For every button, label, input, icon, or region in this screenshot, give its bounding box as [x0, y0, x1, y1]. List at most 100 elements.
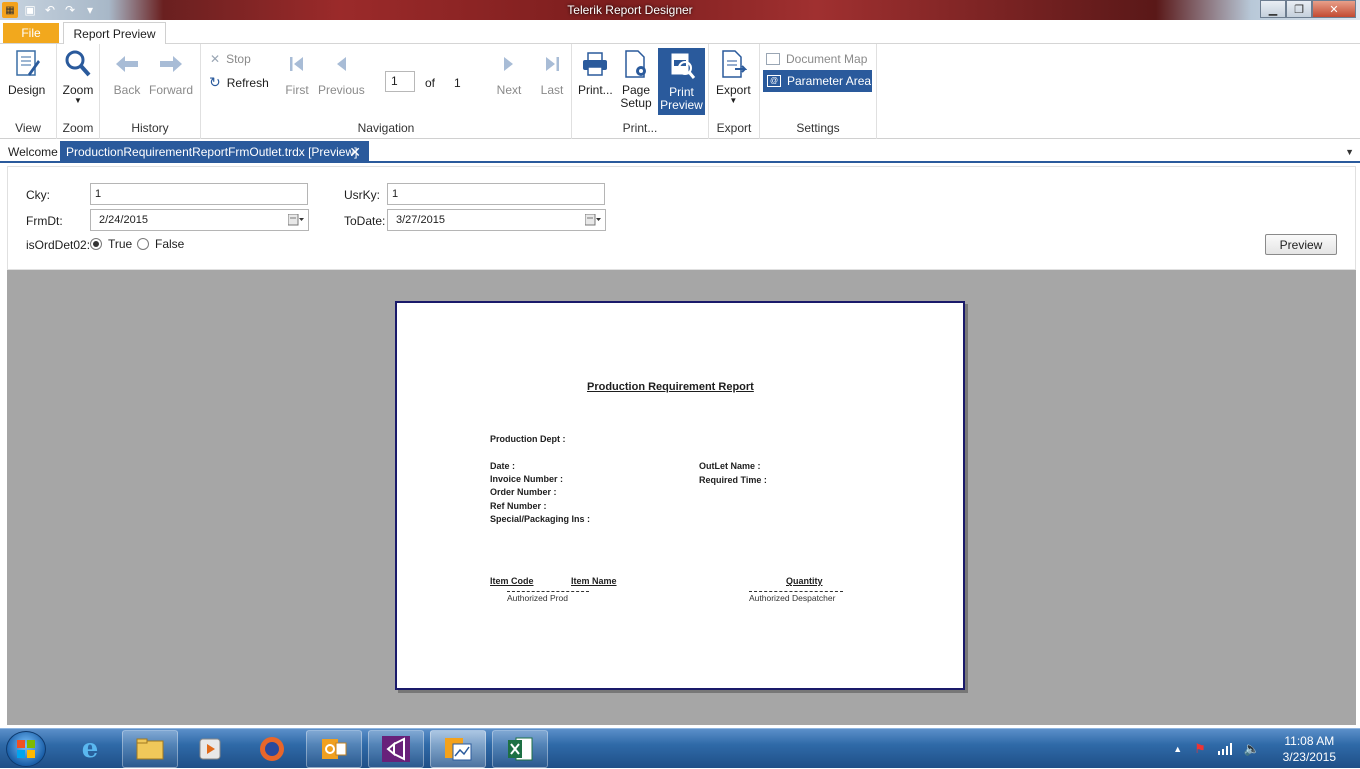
page-setup-button[interactable]: Page Setup: [620, 48, 652, 110]
tab-report-preview[interactable]: Report Preview: [63, 22, 166, 45]
frmdt-value: 2/24/2015: [99, 214, 148, 226]
tabs-dropdown-icon[interactable]: ▼: [1345, 147, 1354, 157]
title-bar: ▦ ▣ ↶ ↷ ▾ Telerik Report Designer ▁ ❐ ✕: [0, 0, 1360, 20]
stop-icon: ✕: [210, 52, 221, 66]
preview-button[interactable]: Preview: [1265, 234, 1337, 255]
page-number-input[interactable]: 1: [385, 71, 415, 92]
internet-explorer-icon: e: [81, 734, 99, 764]
print-preview-icon: [666, 50, 698, 82]
radio-false[interactable]: False: [137, 237, 184, 251]
report-preview-area[interactable]: Production Requirement Report Production…: [7, 270, 1356, 725]
next-label: Next: [496, 83, 522, 97]
document-tabs: Welcome ProductionRequirementReportFrmOu…: [0, 141, 1360, 163]
network-signal-icon[interactable]: [1217, 743, 1232, 755]
print-preview-button[interactable]: Print Preview: [658, 48, 705, 115]
column-item-name: Item Name: [571, 576, 617, 586]
frmdt-datepicker[interactable]: 2/24/2015: [90, 209, 309, 231]
clock-time: 11:08 AM: [1284, 734, 1335, 748]
restore-button[interactable]: ❐: [1286, 0, 1312, 18]
radio-true-label: True: [108, 237, 133, 251]
previous-page-button[interactable]: Previous: [318, 48, 365, 97]
show-hidden-icons-icon[interactable]: ▲: [1173, 744, 1182, 754]
tab-file[interactable]: File: [3, 23, 59, 43]
previous-page-icon: [325, 48, 357, 80]
start-button[interactable]: [6, 731, 46, 767]
media-player-icon: [199, 738, 221, 760]
document-map-button[interactable]: Document Map: [766, 52, 867, 66]
ref-number-label: Ref Number :: [490, 501, 547, 511]
design-button[interactable]: Design: [8, 48, 45, 97]
group-navigation-label: Navigation: [357, 121, 415, 135]
radio-true[interactable]: True: [90, 237, 132, 251]
taskbar-media-player[interactable]: [182, 730, 238, 768]
close-tab-icon[interactable]: ✕: [349, 144, 361, 161]
back-arrow-icon: [111, 48, 143, 80]
system-clock[interactable]: 11:08 AM 3/23/2015: [1283, 733, 1336, 765]
taskbar-firefox[interactable]: [244, 730, 300, 768]
parameter-area: Cky: 1 UsrKy: 1 FrmDt: 2/24/2015 ToDate:…: [7, 166, 1356, 270]
group-view: Design View: [0, 44, 57, 139]
order-number-label: Order Number :: [490, 487, 557, 497]
next-page-icon: [493, 48, 525, 80]
isorddet-label: isOrdDet02:: [26, 238, 91, 252]
next-page-button[interactable]: Next: [493, 48, 525, 97]
taskbar-visual-studio[interactable]: [368, 730, 424, 768]
print-label: Print...: [578, 83, 613, 97]
taskbar-telerik-report-designer[interactable]: [430, 730, 486, 768]
group-export: Export ▼ Export: [709, 44, 760, 139]
column-item-code: Item Code: [490, 576, 534, 586]
minimize-button[interactable]: ▁: [1260, 0, 1286, 18]
volume-icon[interactable]: 🔈: [1244, 741, 1260, 757]
parameter-area-label: Parameter Area: [787, 74, 872, 88]
stop-button[interactable]: ✕ Stop: [210, 52, 251, 66]
taskbar-internet-explorer[interactable]: e: [62, 730, 118, 768]
group-settings-label: Settings: [796, 121, 840, 135]
last-page-button[interactable]: Last: [536, 48, 568, 97]
signature-authorized-despatcher: Authorized Despatcher: [749, 591, 843, 603]
close-button[interactable]: ✕: [1312, 0, 1356, 18]
action-center-icon[interactable]: ⚑: [1194, 741, 1206, 757]
refresh-label: Refresh: [226, 75, 269, 90]
outlook-icon: [322, 739, 347, 759]
first-page-button[interactable]: First: [281, 48, 313, 97]
forward-label: Forward: [149, 83, 194, 97]
production-dept-label: Production Dept :: [490, 434, 566, 444]
tab-report-preview-document[interactable]: ProductionRequirementReportFrmOutlet.trd…: [60, 141, 369, 163]
export-icon: [717, 48, 749, 80]
parameter-area-button[interactable]: @ Parameter Area: [763, 70, 872, 92]
export-dropdown-icon: ▼: [729, 96, 738, 105]
stop-label: Stop: [226, 52, 251, 66]
folder-icon: [136, 738, 164, 760]
parameter-area-icon: @: [767, 75, 781, 87]
taskbar-outlook[interactable]: [306, 730, 362, 768]
magnifier-icon: [62, 48, 94, 80]
calendar-icon[interactable]: [288, 213, 304, 227]
zoom-button[interactable]: Zoom ▼: [62, 48, 94, 105]
page-of-label: of: [425, 76, 436, 90]
back-label: Back: [113, 83, 141, 97]
group-history-label: History: [131, 121, 169, 135]
system-tray: ▲ ⚑ 🔈: [1173, 729, 1260, 769]
cky-label: Cky:: [26, 188, 50, 202]
print-preview-label-2: Preview: [660, 98, 703, 112]
ribbon-tabs: File Report Preview: [0, 20, 1360, 45]
taskbar-file-explorer[interactable]: [122, 730, 178, 768]
group-settings: Document Map @ Parameter Area Settings: [760, 44, 877, 139]
last-label: Last: [540, 83, 564, 97]
export-button[interactable]: Export ▼: [716, 48, 751, 105]
calendar-icon[interactable]: [585, 213, 601, 227]
zoom-dropdown-icon: ▼: [74, 96, 82, 105]
clock-date: 3/23/2015: [1282, 750, 1336, 764]
todate-datepicker[interactable]: 3/27/2015: [387, 209, 606, 231]
tab-welcome[interactable]: Welcome: [8, 145, 58, 159]
cky-input[interactable]: 1: [90, 183, 308, 205]
usrky-input[interactable]: 1: [387, 183, 605, 205]
refresh-button[interactable]: ↻ Refresh: [209, 74, 269, 91]
outlet-name-label: OutLet Name :: [699, 461, 761, 471]
document-map-label: Document Map: [786, 52, 868, 66]
group-print: Print... Page Setup Print Preview Print.…: [572, 44, 709, 139]
back-button[interactable]: Back: [111, 48, 143, 97]
taskbar-excel[interactable]: [492, 730, 548, 768]
print-button[interactable]: Print...: [578, 48, 613, 97]
forward-button[interactable]: Forward: [149, 48, 193, 97]
